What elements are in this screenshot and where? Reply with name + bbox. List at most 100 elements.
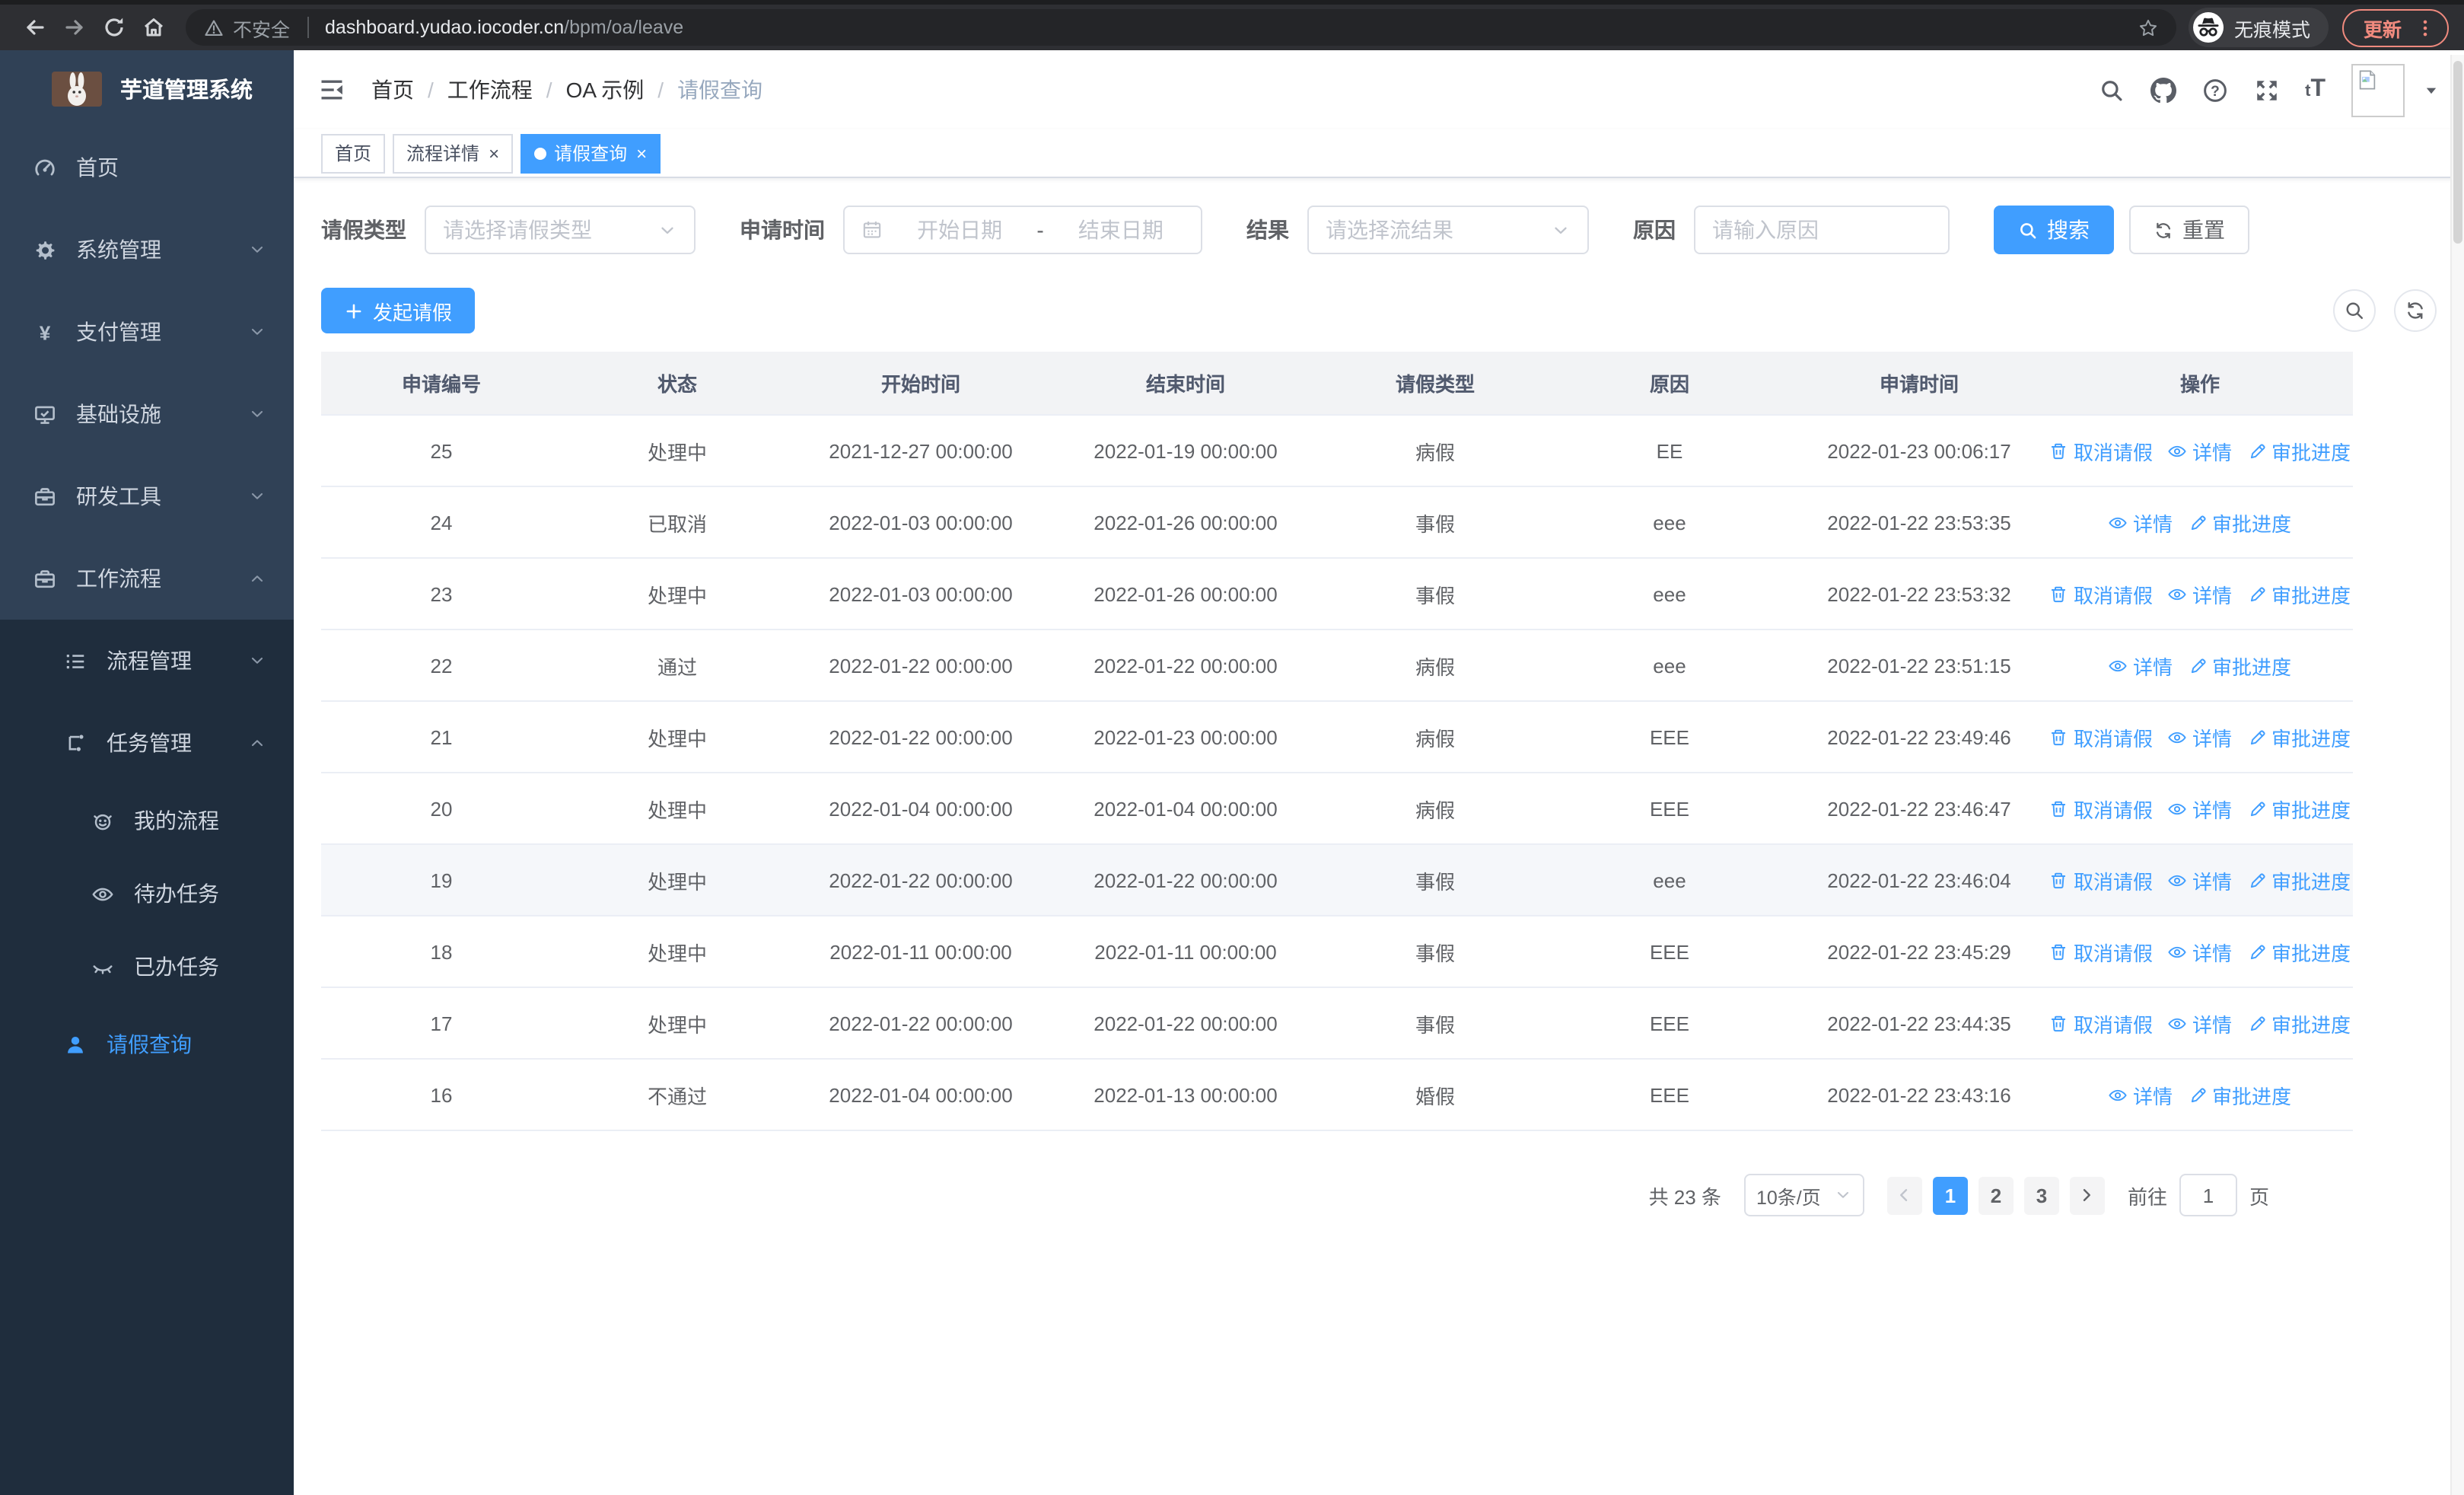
table-row[interactable]: 21 处理中 2022-01-22 00:00:00 2022-01-23 00… — [321, 702, 2353, 773]
approval-progress-action[interactable]: 审批进度 — [2247, 794, 2351, 823]
address-bar[interactable]: 不安全 dashboard.yudao.iocoder.cn/bpm/oa/le… — [186, 9, 2176, 46]
page-size-select[interactable]: 10条/页 — [1743, 1174, 1864, 1216]
sidebar-item-infra[interactable]: 基础设施 — [0, 373, 294, 455]
page-button[interactable]: 1 — [1932, 1176, 1968, 1214]
prev-page-button[interactable] — [1886, 1176, 1922, 1214]
browser-forward-button[interactable] — [55, 8, 94, 47]
table-row[interactable]: 18 处理中 2022-01-11 00:00:00 2022-01-11 00… — [321, 916, 2353, 988]
table-row[interactable]: 17 处理中 2022-01-22 00:00:00 2022-01-22 00… — [321, 988, 2353, 1060]
detail-action[interactable]: 详情 — [2168, 937, 2232, 966]
kebab-menu-icon[interactable] — [2415, 18, 2435, 37]
cancel-leave-action[interactable]: 取消请假 — [2049, 436, 2153, 465]
font-size-icon[interactable]: tT — [2305, 77, 2326, 102]
page-button[interactable]: 3 — [2023, 1176, 2059, 1214]
approval-progress-action[interactable]: 审批进度 — [2247, 865, 2351, 894]
detail-action[interactable]: 详情 — [2168, 436, 2232, 465]
sidebar-item-my-process[interactable]: 我的流程 — [0, 784, 294, 857]
table-row[interactable]: 25 处理中 2021-12-27 00:00:00 2022-01-19 00… — [321, 416, 2353, 487]
cancel-leave-action[interactable]: 取消请假 — [2049, 794, 2153, 823]
cell-status: 已取消 — [647, 512, 707, 535]
tab-home[interactable]: 首页 — [321, 133, 386, 173]
sidebar-item-workflow[interactable]: 工作流程 — [0, 537, 294, 620]
approval-progress-action[interactable]: 审批进度 — [2247, 722, 2351, 751]
cell-reason: EEE — [1649, 1083, 1689, 1106]
cancel-leave-action[interactable]: 取消请假 — [2049, 579, 2153, 608]
detail-action[interactable]: 详情 — [2109, 508, 2173, 537]
cancel-leave-action[interactable]: 取消请假 — [2049, 865, 2153, 894]
breadcrumb-item[interactable]: 首页 / — [371, 75, 447, 105]
sidebar-item-devtools[interactable]: 研发工具 — [0, 455, 294, 537]
detail-action[interactable]: 详情 — [2109, 1080, 2173, 1109]
sidebar-item-leave-query[interactable]: 请假查询 — [0, 1003, 294, 1085]
approval-progress-action[interactable]: 审批进度 — [2247, 579, 2351, 608]
search-icon[interactable] — [2098, 77, 2124, 103]
reset-button[interactable]: 重置 — [2129, 206, 2249, 254]
breadcrumb-item[interactable]: 请假查询/ — [677, 75, 762, 105]
detail-action[interactable]: 详情 — [2168, 722, 2232, 751]
sidebar-item-process-mgmt[interactable]: 流程管理 — [0, 620, 294, 702]
chevron-down-icon[interactable] — [2423, 81, 2440, 98]
reason-input[interactable] — [1694, 206, 1950, 254]
avatar[interactable] — [2351, 63, 2405, 116]
refresh-table-button[interactable] — [2394, 289, 2437, 332]
window-scrollbar[interactable] — [2450, 55, 2464, 1495]
table-row[interactable]: 16 不通过 2022-01-04 00:00:00 2022-01-13 00… — [321, 1060, 2353, 1131]
sidebar-item-done-tasks[interactable]: 已办任务 — [0, 930, 294, 1003]
fullscreen-icon[interactable] — [2253, 77, 2279, 103]
sidebar-item-system[interactable]: 系统管理 — [0, 209, 294, 291]
approval-progress-action[interactable]: 审批进度 — [2188, 651, 2291, 680]
detail-action[interactable]: 详情 — [2168, 794, 2232, 823]
table-row[interactable]: 23 处理中 2022-01-03 00:00:00 2022-01-26 00… — [321, 559, 2353, 630]
tab-close-icon[interactable]: × — [636, 144, 647, 162]
browser-update-button[interactable]: 更新 — [2341, 8, 2449, 46]
result-select[interactable]: 请选择流结果 — [1307, 206, 1589, 254]
browser-home-button[interactable] — [134, 8, 173, 47]
approval-progress-action[interactable]: 审批进度 — [2247, 436, 2351, 465]
cancel-leave-action[interactable]: 取消请假 — [2049, 937, 2153, 966]
sidebar-item-task-mgmt[interactable]: 任务管理 — [0, 702, 294, 784]
table-row[interactable]: 19 处理中 2022-01-22 00:00:00 2022-01-22 00… — [321, 845, 2353, 916]
github-icon[interactable] — [2150, 77, 2176, 103]
incognito-label: 无痕模式 — [2233, 19, 2310, 40]
browser-reload-button[interactable] — [94, 8, 134, 47]
detail-action[interactable]: 详情 — [2168, 1009, 2232, 1038]
approval-progress-action[interactable]: 审批进度 — [2247, 937, 2351, 966]
sidebar-item-payment[interactable]: ¥ 支付管理 — [0, 291, 294, 373]
cancel-leave-action[interactable]: 取消请假 — [2049, 722, 2153, 751]
breadcrumb-item[interactable]: 工作流程 / — [447, 75, 566, 105]
table-row[interactable]: 24 已取消 2022-01-03 00:00:00 2022-01-26 00… — [321, 487, 2353, 559]
next-page-button[interactable] — [2069, 1176, 2105, 1214]
approval-progress-action[interactable]: 审批进度 — [2188, 1080, 2291, 1109]
tab-process-detail[interactable]: 流程详情 × — [393, 133, 514, 173]
detail-action[interactable]: 详情 — [2168, 865, 2232, 894]
search-icon — [2344, 300, 2365, 321]
approval-progress-action[interactable]: 审批进度 — [2247, 1009, 2351, 1038]
detail-action[interactable]: 详情 — [2168, 579, 2232, 608]
approval-progress-action[interactable]: 审批进度 — [2188, 508, 2291, 537]
leave-type-select[interactable]: 请选择请假类型 — [425, 206, 696, 254]
detail-action[interactable]: 详情 — [2109, 651, 2173, 680]
cell-id: 23 — [430, 582, 453, 605]
cell-end-time: 2022-01-22 00:00:00 — [1094, 654, 1278, 677]
search-button[interactable]: 搜索 — [1994, 206, 2114, 254]
scrollbar-thumb[interactable] — [2453, 61, 2462, 244]
app-logo[interactable]: 芋道管理系统 — [0, 50, 294, 126]
table-row[interactable]: 20 处理中 2022-01-04 00:00:00 2022-01-04 00… — [321, 773, 2353, 845]
bookmark-star-icon[interactable] — [2138, 18, 2158, 37]
browser-back-button[interactable] — [15, 8, 55, 47]
sidebar-item-todo-tasks[interactable]: 待办任务 — [0, 857, 294, 930]
table-row[interactable]: 22 通过 2022-01-22 00:00:00 2022-01-22 00:… — [321, 630, 2353, 702]
sidebar-item-home[interactable]: 首页 — [0, 126, 294, 209]
goto-page-input[interactable] — [2179, 1174, 2237, 1216]
breadcrumb-item[interactable]: OA 示例 / — [566, 75, 678, 105]
tab-leave-query[interactable]: 请假查询 × — [520, 133, 661, 173]
apply-time-range-picker[interactable]: 开始日期 - 结束日期 — [843, 206, 1202, 254]
cancel-leave-action[interactable]: 取消请假 — [2049, 1009, 2153, 1038]
tab-close-icon[interactable]: × — [489, 144, 499, 162]
toggle-search-button[interactable] — [2333, 289, 2376, 332]
sidebar-collapse-icon[interactable] — [318, 76, 345, 104]
help-icon[interactable]: ? — [2201, 77, 2227, 103]
page-button[interactable]: 2 — [1978, 1176, 2014, 1214]
calendar-icon — [861, 219, 883, 241]
create-leave-button[interactable]: 发起请假 — [321, 288, 476, 333]
